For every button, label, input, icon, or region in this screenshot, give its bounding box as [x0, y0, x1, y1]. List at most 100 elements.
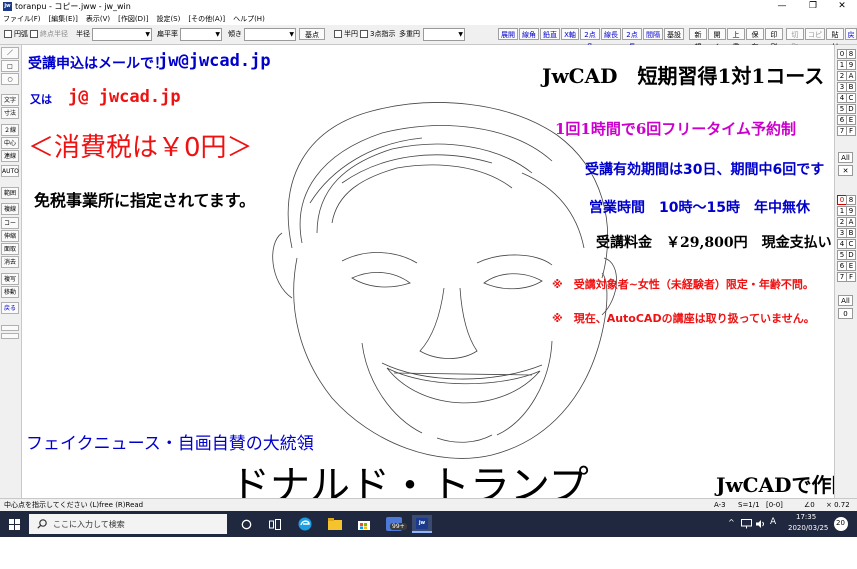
base-point-button[interactable]: 基点	[299, 28, 325, 40]
layer-group-button-8[interactable]: 8	[846, 49, 856, 59]
windows-start-icon[interactable]	[9, 519, 20, 530]
scale-indicator[interactable]: S=1/1	[738, 499, 760, 511]
layer-button-b[interactable]: B	[846, 228, 856, 238]
layer-group-button-b[interactable]: B	[846, 82, 856, 92]
radius-input[interactable]: ▼	[92, 28, 152, 41]
search-box[interactable]: ここに入力して検索	[29, 514, 227, 534]
layer-group-button-d[interactable]: D	[846, 104, 856, 114]
close-button[interactable]: ✕	[828, 0, 856, 13]
connect-line-tool-button[interactable]: 連線	[1, 150, 19, 162]
three-point-checkbox[interactable]: 3点指示	[360, 28, 395, 40]
layer-button-f[interactable]: F	[846, 272, 856, 282]
angle-indicator[interactable]: ∠0	[804, 499, 815, 511]
overwrite-button[interactable]: 上書	[727, 28, 745, 51]
ime-indicator[interactable]: A	[770, 517, 776, 527]
dimension-tool-button[interactable]: 寸法	[1, 107, 19, 119]
drawing-canvas[interactable]: 受講申込はメールで！ jw@jwcad.jp 又は j@ jwcad.jp ＜消…	[22, 45, 834, 498]
arc-checkbox[interactable]: 円弧	[4, 28, 28, 40]
chamfer-tool-button[interactable]: 面取	[1, 243, 19, 255]
layer-group-button-f[interactable]: F	[846, 126, 856, 136]
layer-button-8[interactable]: 8	[846, 195, 856, 205]
range-tool-button[interactable]: 範囲	[1, 187, 19, 199]
layer-group-button-a[interactable]: A	[846, 71, 856, 81]
extend-tool-button[interactable]: 伸縮	[1, 230, 19, 242]
print-button[interactable]: 印刷	[765, 28, 783, 51]
title-bar: jw toranpu - コピー.jww - jw_win — ❐ ✕	[0, 0, 857, 13]
paste-button[interactable]: 貼付	[826, 28, 844, 51]
menu-settings[interactable]: 設定(S)	[156, 15, 180, 23]
layer-indicator[interactable]: [0-0]	[766, 499, 783, 511]
menu-file[interactable]: ファイル(F)	[3, 15, 41, 23]
offset-tool-button[interactable]: 複線	[1, 203, 19, 215]
line-tool-button[interactable]: ／	[1, 47, 19, 59]
menu-draw[interactable]: [作図(D)]	[118, 15, 148, 23]
cortana-icon[interactable]	[241, 519, 252, 530]
jw-cad-taskbar-button[interactable]: jw	[412, 515, 432, 533]
rectangle-tool-button[interactable]: □	[1, 60, 19, 72]
all-layer-groups-button[interactable]: All	[838, 152, 853, 163]
half-circle-checkbox[interactable]: 半円	[334, 28, 358, 40]
double-line-tool-button[interactable]: ２線	[1, 124, 19, 136]
copy-button[interactable]: コピー	[805, 28, 825, 51]
layer-button-e[interactable]: E	[846, 261, 856, 271]
line-angle-button[interactable]: 線角	[519, 28, 539, 40]
paper-size[interactable]: A-3	[714, 499, 726, 511]
clock-time[interactable]: 17:35	[796, 513, 816, 521]
endpoint-radius-checkbox[interactable]: 終点半径	[30, 28, 68, 40]
menu-view[interactable]: 表示(V)	[86, 15, 110, 23]
move-tool-button[interactable]: 移動	[1, 286, 19, 298]
layer-button-c[interactable]: C	[846, 239, 856, 249]
chevron-up-icon[interactable]: ^	[728, 518, 735, 527]
all-layers-button[interactable]: All	[838, 295, 853, 306]
layer-group-button-e[interactable]: E	[846, 115, 856, 125]
notification-center-icon[interactable]: 20	[834, 517, 848, 531]
edge-icon[interactable]	[298, 517, 312, 531]
back-button[interactable]: 戻る	[1, 302, 19, 314]
clock-date[interactable]: 2020/03/25	[788, 524, 828, 532]
cut-button[interactable]: 切取	[786, 28, 804, 51]
zoom-indicator[interactable]: × 0.72	[826, 499, 850, 511]
erase-tool-button[interactable]: 消去	[1, 256, 19, 268]
extra-slot-2[interactable]	[1, 333, 19, 339]
spacing-button[interactable]: 間隔	[643, 28, 663, 40]
layer-group-button-c[interactable]: C	[846, 93, 856, 103]
layer-zero-button[interactable]: 0	[838, 308, 853, 319]
network-icon[interactable]	[741, 519, 752, 529]
layer-group-button-9[interactable]: 9	[846, 60, 856, 70]
open-file-button[interactable]: 開く	[708, 28, 726, 51]
save-button[interactable]: 保存	[746, 28, 764, 51]
expand-button[interactable]: 展開	[498, 28, 518, 40]
minimize-button[interactable]: —	[768, 0, 796, 13]
volume-icon[interactable]	[755, 519, 765, 529]
maximize-button[interactable]: ❐	[799, 0, 827, 13]
flatness-input[interactable]: ▼	[180, 28, 222, 41]
text-tool-button[interactable]: 文字	[1, 94, 19, 106]
corner-tool-button[interactable]: コーナー	[1, 217, 19, 239]
menu-edit[interactable]: [編集(E)]	[49, 15, 78, 23]
center-line-tool-button[interactable]: 中心線	[1, 137, 19, 159]
copy-tool-button[interactable]: 複写	[1, 273, 19, 285]
layer-button-a[interactable]: A	[846, 217, 856, 227]
circle-tool-button[interactable]: ○	[1, 73, 19, 85]
file-explorer-icon[interactable]	[328, 518, 342, 530]
menu-other[interactable]: [その他(A)]	[188, 15, 225, 23]
extra-slot-1[interactable]	[1, 325, 19, 331]
store-icon[interactable]	[357, 517, 371, 531]
base-settings-button[interactable]: 基設	[664, 28, 684, 40]
tilt-input[interactable]: ▼	[244, 28, 296, 41]
layer-button-d[interactable]: D	[846, 250, 856, 260]
multi-circle-input[interactable]: ▼	[423, 28, 465, 41]
x-axis-button[interactable]: X軸	[561, 28, 579, 40]
new-file-button[interactable]: 新規	[689, 28, 707, 51]
two-point-angle-button[interactable]: 2点角	[580, 28, 600, 51]
line-length-button[interactable]: 線長	[601, 28, 621, 40]
task-view-icon[interactable]	[269, 519, 281, 530]
close-icon[interactable]: ✕	[838, 165, 853, 176]
undo-button[interactable]: 戻	[845, 28, 857, 40]
layer-button-9[interactable]: 9	[846, 206, 856, 216]
auto-mode-button[interactable]: AUTO	[1, 165, 19, 177]
vertical-button[interactable]: 鉛直	[540, 28, 560, 40]
two-point-length-button[interactable]: 2点長	[622, 28, 642, 51]
menu-help[interactable]: ヘルプ(H)	[233, 15, 265, 23]
app-icon-with-badge[interactable]: 99+	[386, 517, 407, 531]
